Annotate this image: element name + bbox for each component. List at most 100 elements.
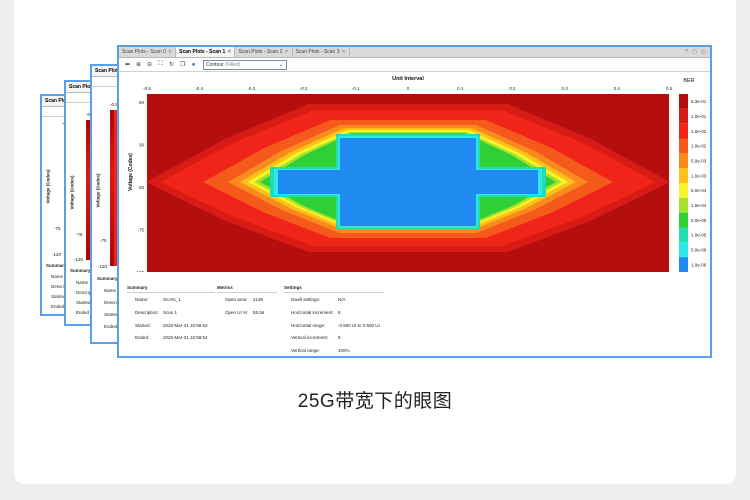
summary-title: Summary (97, 276, 118, 281)
tab-label: Scan Plots - Scan 3 (295, 49, 340, 55)
settings-key-dwell: Dwell settings: (291, 297, 321, 302)
contour-fill (146, 94, 670, 272)
zoom-in-icon[interactable]: ⊕ (133, 61, 144, 68)
x-tick-label: 0 (407, 86, 410, 91)
window-tab-bar: Scan Plots - Scan 0 ✕ Scan Plots - Scan 1… (119, 47, 710, 58)
scan-plot-window-main[interactable]: Scan Plots - Scan 0 ✕ Scan Plots - Scan 1… (117, 45, 712, 358)
legend-label: 1.0e-06 (691, 262, 707, 267)
summary-key: Name (51, 274, 64, 279)
plot-type-dropdown[interactable]: Contour (Filled) ⌄ (203, 59, 287, 70)
summary-value-name: SCAN_1 (163, 297, 181, 302)
legend-label: 1.0e-03 (691, 173, 707, 178)
summary-title: Summary (70, 268, 91, 273)
y-tick-labels: 90 30 -30 -75 -120 (135, 100, 145, 272)
tab-close-icon[interactable]: ✕ (284, 49, 288, 55)
tab-label: Scan Plots - Scan 0 (122, 49, 166, 55)
legend-label: 1.0e-02 (691, 144, 707, 149)
settings-title: Settings (284, 285, 302, 290)
legend-swatch (679, 183, 688, 198)
plot-type-value: Contour (206, 61, 224, 68)
summary-key-ended: Ended: (135, 335, 150, 340)
x-tick-label: 0.3 (561, 86, 568, 91)
tick-label-bottom: -120 (52, 252, 62, 257)
metrics-key-open-area: Open area: (225, 297, 248, 302)
legend-label: 5.0e-05 (691, 218, 707, 223)
tab-scan-3[interactable]: Scan Plots - Scan 3 ✕ (293, 47, 350, 57)
y-tick-label: -120 (135, 270, 145, 272)
summary-key-started: Started: (135, 323, 151, 328)
x-tick-label: 0.4 (614, 86, 621, 91)
copy-icon[interactable]: ❐ (177, 61, 188, 68)
x-tick-label: 0.2 (509, 86, 516, 91)
help-icon[interactable]: ? (685, 49, 688, 55)
fit-icon[interactable]: ⛶ (155, 61, 166, 68)
tick-label: -75 (100, 238, 107, 243)
image-caption: 25G带宽下的眼图 (297, 391, 453, 412)
legend-swatch (679, 123, 688, 139)
chevron-down-icon: ⌄ (278, 61, 283, 68)
color-legend: 6.3e-01 1.0e-01 1.0e-02 1.0e-02 5.0e-03 1.0e-… (679, 94, 707, 272)
metrics-divider (217, 292, 277, 293)
y-tick-label: -75 (137, 228, 144, 233)
settings-value-v-range: 100% (338, 348, 350, 353)
metrics-value-open-area: 2136 (253, 297, 264, 302)
tab-scan-2[interactable]: Scan Plots - Scan 2 ✕ (235, 47, 293, 57)
legend-label: 6.3e-01 (691, 99, 707, 104)
y-axis-label: Voltage (Codes) (95, 173, 101, 208)
refresh-icon[interactable]: ↻ (166, 61, 177, 68)
legend-label: 1.0e-02 (691, 129, 707, 134)
tick-label-bottom: -120 (74, 257, 84, 262)
x-tick-label: -0.1 (352, 86, 360, 91)
y-tick-label: -30 (137, 185, 144, 190)
summary-key-name: Name: (135, 297, 149, 302)
x-tick-label: 0.1 (457, 86, 464, 91)
legend-swatch (679, 197, 688, 213)
legend-label: 1.0e-04 (691, 203, 707, 208)
settings-value-h-increment: 8 (338, 310, 341, 315)
legend-label: 1.0e-01 (691, 114, 707, 119)
tab-scan-1[interactable]: Scan Plots - Scan 1 ✕ (176, 47, 236, 57)
legend-swatch (679, 168, 688, 183)
summary-key: Ended (76, 310, 90, 315)
summary-key: Ended (51, 304, 65, 309)
tab-close-icon[interactable]: ✕ (227, 49, 231, 55)
y-axis-label: Voltage (Codes) (45, 169, 51, 204)
tab-label: Scan Plots - Scan 1 (179, 49, 226, 55)
legend-swatch (679, 257, 688, 272)
legend-swatch (679, 242, 688, 258)
maximize-icon[interactable]: ◫ (701, 49, 706, 55)
restore-icon[interactable]: ▢ (692, 49, 697, 55)
y-tick-label: 30 (139, 143, 145, 148)
summary-value-description: Scan 1 (163, 310, 178, 315)
settings-key-v-range: Vertical range: (291, 348, 320, 353)
x-tick-label: 0.5 (666, 86, 673, 91)
metrics-value-open-ui: 55.56 (253, 310, 265, 315)
back-icon[interactable]: ⬅ (122, 61, 133, 68)
settings-value-v-increment: 8 (338, 335, 341, 340)
y-axis-label: Voltage (Codes) (69, 175, 75, 210)
info-icon[interactable]: ● (188, 62, 199, 68)
settings-key-h-increment: Horizontal increment: (291, 310, 334, 315)
legend-label: 5.0e-03 (691, 159, 707, 164)
summary-title: Summary (127, 285, 148, 290)
tab-scan-0[interactable]: Scan Plots - Scan 0 ✕ (119, 47, 177, 57)
legend-swatch (679, 227, 688, 243)
chart-title: Unit Interval (392, 76, 424, 82)
x-tick-label: -0.5 (143, 86, 151, 91)
plot-type-suffix: (Filled) (225, 61, 241, 68)
settings-value-h-range: -0.500 UI to 0.500 UI (338, 323, 380, 328)
metrics-key-open-ui: Open UI %: (225, 310, 249, 315)
summary-value-ended: 2025-Mar-31 10:58:54 (163, 335, 208, 340)
legend-label: 5.0e-04 (691, 188, 707, 193)
tick-label: -75 (76, 232, 83, 237)
legend-label: 5.0e-06 (691, 248, 707, 253)
legend-title: BER (683, 78, 694, 84)
summary-divider (127, 292, 215, 293)
legend-swatch (679, 212, 688, 228)
zoom-out-icon[interactable]: ⊖ (144, 61, 155, 68)
tab-close-icon[interactable]: ✕ (168, 49, 172, 55)
settings-key-h-range: Horizontal range: (291, 323, 326, 328)
eye-diagram-chart: Unit Interval -0.5 -0.4 -0.3 -0.2 -0.1 0 0.1 0.… (128, 76, 707, 272)
legend-label: 1.0e-05 (691, 233, 707, 238)
tab-close-icon[interactable]: ✕ (342, 49, 346, 55)
